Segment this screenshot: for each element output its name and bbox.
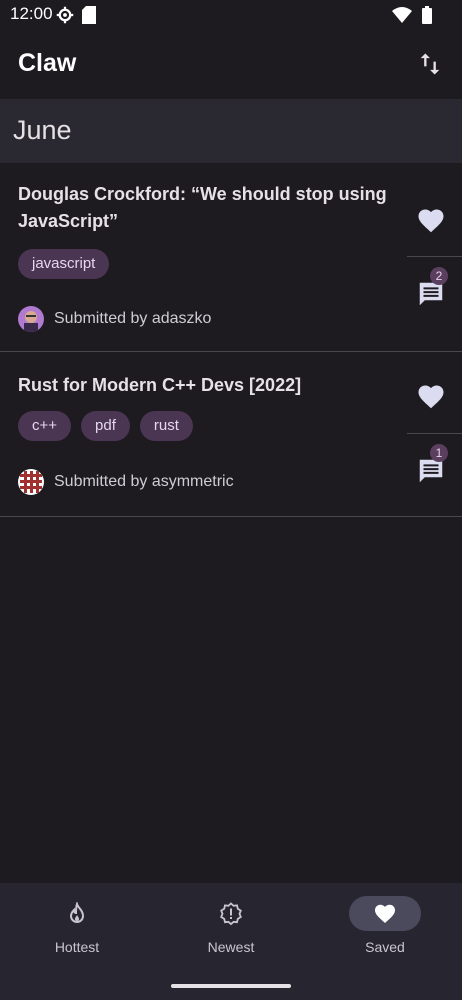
comment-count-badge: 2 <box>430 267 448 285</box>
nav-saved[interactable]: Saved <box>308 895 462 975</box>
status-time: 12:00 <box>10 4 53 23</box>
post-title[interactable]: Rust for Modern C++ Devs [2022] <box>18 372 398 399</box>
battery-icon <box>422 6 432 29</box>
bottom-navigation: Hottest Newest Saved <box>0 883 462 1000</box>
sd-card-icon <box>82 6 96 29</box>
avatar <box>18 306 44 332</box>
nav-label: Saved <box>365 939 405 955</box>
nav-hottest[interactable]: Hottest <box>0 895 154 975</box>
submitter-text: Submitted by asymmetric <box>54 473 234 490</box>
gesture-bar[interactable] <box>171 984 291 988</box>
nav-newest[interactable]: Newest <box>154 895 308 975</box>
wifi-icon <box>392 7 412 28</box>
post-title[interactable]: Douglas Crockford: “We should stop using… <box>18 181 398 235</box>
avatar <box>18 469 44 495</box>
action-divider <box>407 256 462 257</box>
heart-icon <box>418 209 444 233</box>
submitter-text: Submitted by adaszko <box>54 310 212 327</box>
tag-rust[interactable]: rust <box>139 411 193 441</box>
flame-icon <box>65 900 89 926</box>
nav-label: Hottest <box>54 939 100 955</box>
month-header: June <box>0 99 462 163</box>
settings-icon <box>56 6 74 29</box>
sort-icon <box>420 53 440 75</box>
comment-count-badge: 1 <box>430 444 448 462</box>
heart-icon <box>373 902 397 926</box>
tag-cpp[interactable]: c++ <box>18 411 72 441</box>
action-divider <box>407 433 462 434</box>
app-bar: Claw <box>0 30 462 98</box>
post-item[interactable]: Douglas Crockford: “We should stop using… <box>0 164 462 352</box>
tag-pdf[interactable]: pdf <box>81 411 130 441</box>
save-button[interactable] <box>416 382 446 412</box>
nav-label: Newest <box>207 939 255 955</box>
status-bar: 12:00 <box>0 0 462 30</box>
sort-button[interactable] <box>416 50 444 78</box>
app-title: Claw <box>18 49 77 77</box>
month-title: June <box>13 115 72 145</box>
tag-javascript[interactable]: javascript <box>18 249 110 279</box>
save-button[interactable] <box>416 206 446 236</box>
alert-badge-icon <box>219 902 243 926</box>
heart-icon <box>418 385 444 409</box>
post-item[interactable]: Rust for Modern C++ Devs [2022] c++ pdf … <box>0 352 462 517</box>
